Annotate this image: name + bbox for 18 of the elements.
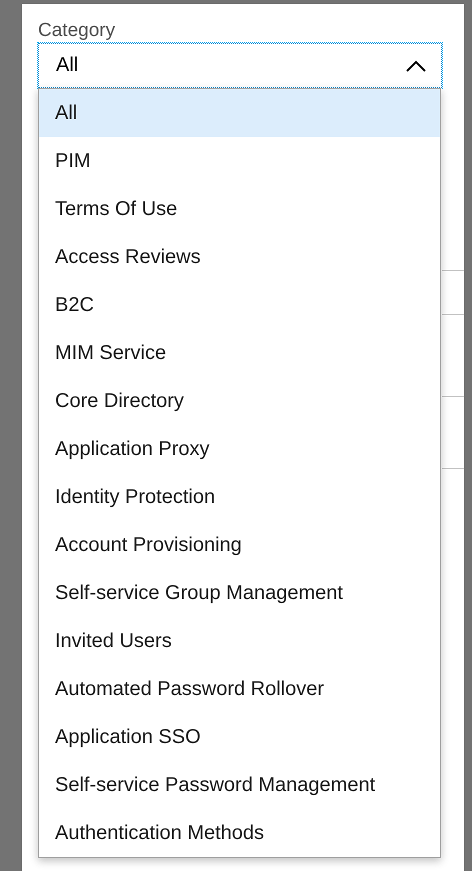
chevron-up-icon	[405, 58, 427, 72]
dropdown-option[interactable]: Application SSO	[39, 713, 440, 761]
dropdown-option[interactable]: Self-service Group Management	[39, 569, 440, 617]
dropdown-option[interactable]: Core Directory	[39, 377, 440, 425]
dropdown-option[interactable]: Invited Users	[39, 617, 440, 665]
dropdown-option[interactable]: Automated Password Rollover	[39, 665, 440, 713]
dropdown-option[interactable]: Account Provisioning	[39, 521, 440, 569]
dropdown-option[interactable]: Application Proxy	[39, 425, 440, 473]
dropdown-option[interactable]: Self-service Password Management	[39, 761, 440, 809]
dropdown-option[interactable]: Authentication Methods	[39, 809, 440, 857]
dropdown-option[interactable]: All	[39, 89, 440, 137]
dropdown-option[interactable]: Identity Protection	[39, 473, 440, 521]
dropdown-option[interactable]: B2C	[39, 281, 440, 329]
dropdown-option[interactable]: Access Reviews	[39, 233, 440, 281]
dropdown-option[interactable]: PIM	[39, 137, 440, 185]
dropdown-option[interactable]: MIM Service	[39, 329, 440, 377]
dropdown-option[interactable]: Terms Of Use	[39, 185, 440, 233]
field-label: Category	[38, 19, 116, 43]
